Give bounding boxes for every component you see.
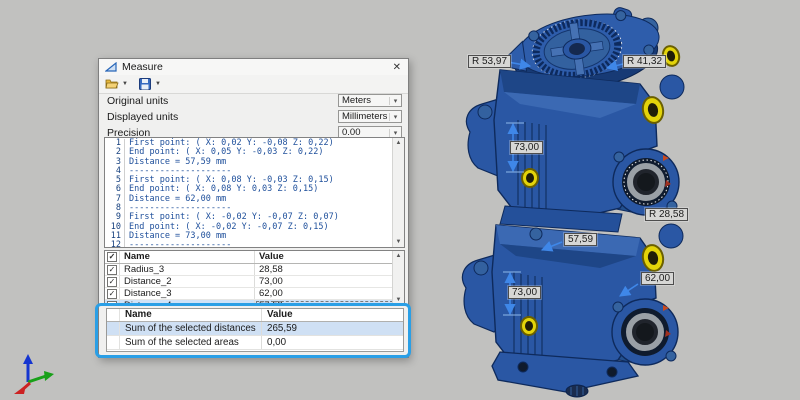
summary-lead-cell xyxy=(107,322,120,335)
folder-open-icon xyxy=(105,78,119,90)
measurements-header-row: ✓ Name Value xyxy=(105,251,404,264)
measurements-table[interactable]: ✓ Name Value ✓ Radius_3 28,58 ✓ xyxy=(104,250,405,306)
measurement-name: Distance_4 xyxy=(120,300,255,306)
row-checkbox-cell[interactable]: ✓ xyxy=(105,264,120,275)
name-column-header[interactable]: Name xyxy=(120,251,255,263)
measurement-name: Distance_3 xyxy=(120,288,255,299)
original-units-select[interactable]: Meters ▾ xyxy=(338,94,402,107)
close-icon[interactable]: ✕ xyxy=(393,62,401,73)
summary-lead-cell xyxy=(107,336,120,349)
dimension-label[interactable]: 57,59 xyxy=(564,233,597,246)
scroll-down-icon[interactable]: ▼ xyxy=(396,237,402,247)
scroll-up-icon[interactable]: ▲ xyxy=(396,138,402,148)
log-line-number: 1 xyxy=(105,139,124,148)
displayed-units-row: Displayed units Millimeters ▾ xyxy=(99,109,408,125)
original-units-row: Original units Meters ▾ xyxy=(99,93,408,109)
checkbox-checked-icon[interactable]: ✓ xyxy=(107,301,117,307)
original-units-label: Original units xyxy=(107,95,168,107)
value-column-header[interactable]: Value xyxy=(255,251,404,263)
summary-value: 265,59 xyxy=(262,322,403,335)
chevron-down-icon[interactable]: ▾ xyxy=(389,97,401,105)
displayed-units-value: Millimeters xyxy=(339,111,389,122)
chevron-down-icon[interactable]: ▾ xyxy=(389,129,401,137)
measurement-row[interactable]: ✓ Distance_3 62,00 xyxy=(105,288,404,300)
measurement-row[interactable]: ✓ Distance_2 73,00 xyxy=(105,276,404,288)
summary-header-row: Name Value xyxy=(107,309,403,322)
measurement-name: Radius_3 xyxy=(120,264,255,275)
log-line-text: -------------------- xyxy=(124,241,231,248)
summary-value: 0,00 xyxy=(262,336,403,349)
measure-tool-icon xyxy=(105,62,117,72)
dimension-label[interactable]: R 53,97 xyxy=(468,55,511,68)
row-checkbox-cell[interactable]: ✓ xyxy=(105,300,120,306)
summary-value-header: Value xyxy=(262,309,403,321)
z-axis-arrow xyxy=(23,354,33,364)
log-scrollbar[interactable]: ▲ ▼ xyxy=(392,138,404,247)
measurement-name: Distance_2 xyxy=(120,276,255,287)
scroll-down-icon[interactable]: ▼ xyxy=(396,295,402,305)
measurement-log[interactable]: 1 First point: ( X: 0,02 Y: -0,08 Z: 0,2… xyxy=(104,137,405,248)
dimension-label[interactable]: 73,00 xyxy=(510,141,543,154)
original-units-value: Meters xyxy=(339,95,389,106)
summary-name: Sum of the selected areas xyxy=(120,336,262,349)
row-checkbox-cell[interactable]: ✓ xyxy=(105,288,120,299)
log-line-number: 8 xyxy=(105,204,124,213)
measure-dialog: Measure ✕ ▼ ▼ Original units Meters ▾ xyxy=(98,58,409,358)
chevron-down-icon: ▼ xyxy=(122,81,128,87)
dimension-label[interactable]: 62,00 xyxy=(641,272,674,285)
measurement-row[interactable]: ✓ Distance_4 57,59 xyxy=(105,300,404,306)
log-line-number: 12 xyxy=(105,241,124,248)
x-axis-arrow xyxy=(14,385,26,394)
log-line-number: 4 xyxy=(105,167,124,176)
dimension-label[interactable]: R 28,58 xyxy=(645,208,688,221)
chevron-down-icon[interactable]: ▾ xyxy=(389,113,401,121)
log-line-number: 6 xyxy=(105,185,124,194)
dimension-label[interactable]: 73,00 xyxy=(508,286,541,299)
measurement-value: 28,58 xyxy=(255,264,404,275)
axis-triad[interactable] xyxy=(10,352,58,396)
log-line-number: 2 xyxy=(105,148,124,157)
checkbox-checked-icon[interactable]: ✓ xyxy=(107,289,117,299)
summary-name-header: Name xyxy=(120,309,262,321)
checkbox-checked-icon[interactable]: ✓ xyxy=(107,252,117,262)
log-line-number: 7 xyxy=(105,195,124,204)
displayed-units-select[interactable]: Millimeters ▾ xyxy=(338,110,402,123)
open-button[interactable]: ▼ xyxy=(105,78,128,90)
log-line-number: 5 xyxy=(105,176,124,185)
scroll-up-icon[interactable]: ▲ xyxy=(396,251,402,261)
measurement-value: 62,00 xyxy=(255,288,404,299)
chevron-down-icon: ▼ xyxy=(155,81,161,87)
summary-name: Sum of the selected distances xyxy=(120,322,262,335)
measurement-value: 73,00 xyxy=(255,276,404,287)
summary-lead-cell xyxy=(107,309,120,321)
measurement-value: 57,59 xyxy=(255,300,404,306)
table-scrollbar[interactable]: ▲ ▼ xyxy=(392,251,404,305)
dialog-titlebar[interactable]: Measure ✕ xyxy=(99,59,408,76)
save-button[interactable]: ▼ xyxy=(138,78,161,90)
log-line: 12 -------------------- xyxy=(105,241,392,248)
summary-table: Name Value Sum of the selected distances… xyxy=(106,308,404,352)
select-all-checkbox-cell[interactable]: ✓ xyxy=(105,251,120,263)
save-icon xyxy=(138,78,152,90)
dialog-toolbar: ▼ ▼ xyxy=(99,75,408,94)
measurement-row[interactable]: ✓ Radius_3 28,58 xyxy=(105,264,404,276)
log-line-number: 3 xyxy=(105,158,124,167)
dimension-label[interactable]: R 41,32 xyxy=(623,55,666,68)
displayed-units-label: Displayed units xyxy=(107,111,178,123)
y-axis-arrow xyxy=(44,371,54,381)
summary-row[interactable]: Sum of the selected distances 265,59 xyxy=(107,322,403,336)
row-checkbox-cell[interactable]: ✓ xyxy=(105,276,120,287)
summary-row[interactable]: Sum of the selected areas 0,00 xyxy=(107,336,403,350)
dialog-title: Measure xyxy=(122,61,163,73)
checkbox-checked-icon[interactable]: ✓ xyxy=(107,265,117,275)
checkbox-checked-icon[interactable]: ✓ xyxy=(107,277,117,287)
